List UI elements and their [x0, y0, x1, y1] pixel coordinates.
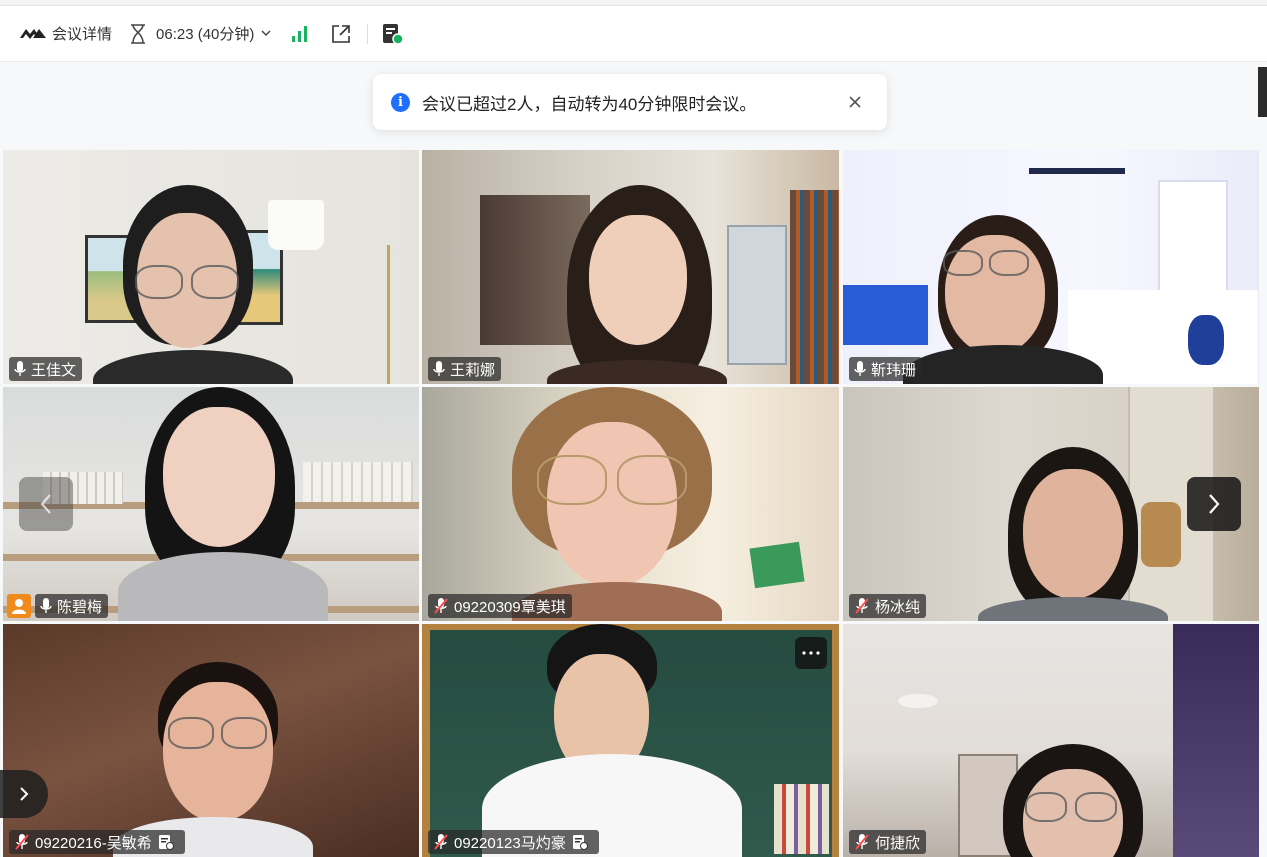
meeting-toolbar: 会议详情 06:23 (40分钟): [0, 6, 1267, 62]
video-tile-5[interactable]: 09220309覃美琪: [422, 387, 839, 621]
participant-video: [993, 744, 1153, 857]
mic-muted-icon: [15, 834, 29, 850]
window-curtain: [790, 190, 839, 384]
video-tile-2[interactable]: 王莉娜: [422, 150, 839, 384]
video-tile-3[interactable]: 靳玮珊: [843, 150, 1259, 384]
close-notice-button[interactable]: [845, 92, 865, 112]
participant-name-tag: 王佳文: [9, 357, 83, 381]
participant-name-tag: 杨冰纯: [849, 594, 927, 618]
timer-label: 06:23 (40分钟): [156, 26, 255, 43]
expand-sidebar-button[interactable]: [0, 770, 48, 818]
tile-more-button[interactable]: [795, 637, 827, 669]
participant-name-tag: 靳玮珊: [849, 357, 923, 381]
participant-name: 王佳文: [31, 361, 77, 379]
share-out-icon: [331, 24, 351, 44]
book-item: [749, 541, 805, 589]
participant-name: 09220309覃美琪: [454, 598, 566, 616]
network-signal-button[interactable]: [291, 25, 309, 42]
notice-toast: i 会议已超过2人，自动转为40分钟限时会议。: [373, 74, 887, 130]
logo-icon: [20, 27, 46, 41]
device-icon: [572, 834, 593, 850]
chevron-right-icon: [20, 787, 29, 801]
signal-icon: [291, 25, 309, 42]
window: [1158, 180, 1228, 295]
participant-name-tag: 何捷欣: [849, 830, 927, 854]
next-page-button[interactable]: [1187, 477, 1241, 531]
chevron-right-icon: [1209, 494, 1220, 514]
participant-video: [482, 624, 742, 857]
device-icon: [158, 834, 179, 850]
chevron-left-icon: [40, 494, 51, 514]
participant-name-tag: 09220123马灼豪: [428, 830, 599, 854]
meeting-details-button[interactable]: 会议详情: [20, 23, 112, 44]
meeting-timer[interactable]: 06:23 (40分钟): [130, 23, 271, 44]
participant-video: [113, 662, 313, 857]
hourglass-icon: [130, 23, 146, 44]
participant-name: 杨冰纯: [875, 598, 921, 616]
mic-muted-icon: [855, 598, 869, 614]
chevron-down-icon: [261, 30, 271, 37]
wall-shadow: [1173, 624, 1259, 857]
participant-name: 09220123马灼豪: [454, 834, 566, 852]
video-tile-1[interactable]: 王佳文: [3, 150, 419, 384]
device-icon: [382, 23, 405, 45]
pop-out-button[interactable]: [331, 24, 351, 44]
lamp-pole: [387, 245, 390, 384]
participant-video: [903, 210, 1103, 384]
mic-muted-icon: [434, 598, 448, 614]
previous-page-button[interactable]: [19, 477, 73, 531]
participant-video: [93, 185, 293, 384]
video-tile-8[interactable]: 09220123马灼豪: [422, 624, 839, 857]
mic-muted-icon: [855, 834, 869, 850]
microphone-icon: [433, 361, 445, 376]
close-icon: [849, 96, 861, 108]
participant-name-tag: 09220216-吴敏希: [9, 830, 185, 854]
device-status-button[interactable]: [382, 23, 405, 45]
participant-name: 靳玮珊: [871, 361, 917, 379]
more-icon: [802, 651, 820, 655]
participant-name: 王莉娜: [450, 361, 496, 379]
chair: [1188, 315, 1224, 365]
scrollbar-thumb[interactable]: [1258, 67, 1267, 117]
host-icon: [12, 599, 26, 614]
toolbar-divider: [367, 23, 369, 44]
video-tile-9[interactable]: 何捷欣: [843, 624, 1259, 857]
participant-name: 陈碧梅: [57, 598, 103, 616]
participant-name-tag: 王莉娜: [428, 357, 502, 381]
microphone-icon: [14, 361, 26, 376]
info-icon: i: [391, 92, 410, 112]
microphone-icon: [854, 361, 866, 376]
participant-name: 何捷欣: [875, 834, 921, 852]
mic-muted-icon: [434, 834, 448, 850]
microphone-icon: [40, 598, 52, 613]
books: [774, 784, 829, 854]
participant-name-tag: 陈碧梅: [35, 594, 109, 618]
video-tile-7[interactable]: 09220216-吴敏希: [3, 624, 419, 857]
ceiling-light: [898, 694, 938, 708]
notice-message: 会议已超过2人，自动转为40分钟限时会议。: [422, 94, 757, 114]
ceiling-light: [1029, 168, 1125, 174]
host-badge: [7, 594, 31, 618]
participant-video: [978, 447, 1168, 621]
participant-video: [492, 387, 742, 621]
meeting-details-label: 会议详情: [52, 26, 113, 43]
participant-video: [537, 185, 737, 384]
participant-name: 09220216-吴敏希: [35, 834, 152, 852]
participant-video: [113, 387, 333, 621]
participant-name-tag: 09220309覃美琪: [428, 594, 572, 618]
